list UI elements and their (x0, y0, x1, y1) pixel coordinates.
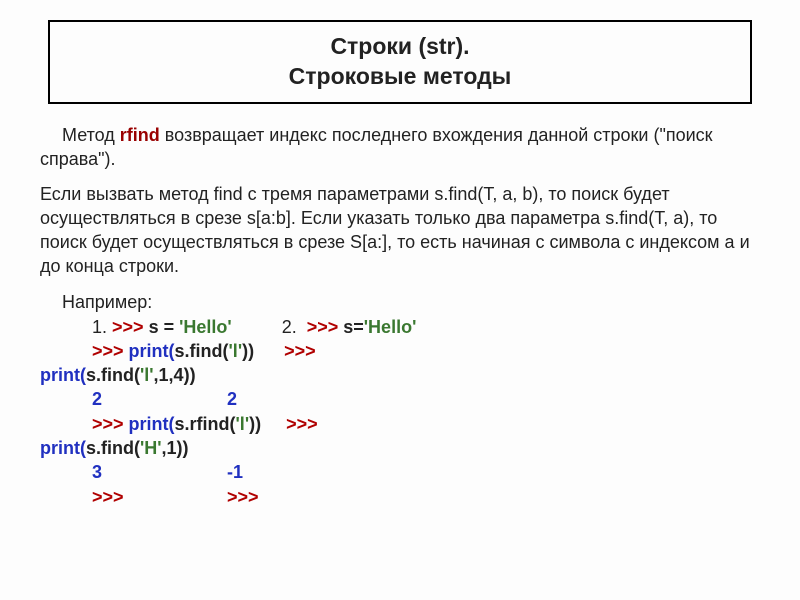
assign-left: s= (343, 317, 364, 337)
prompt: >>> (92, 341, 129, 361)
fn-sfind: s.find( (175, 341, 229, 361)
code-line-1: 1. >>> s = 'Hello' 2. >>> s='Hello' (40, 315, 760, 339)
prompt: >>> (112, 317, 149, 337)
result-2b: 2 (227, 389, 237, 409)
arg-l: 'l' (236, 414, 250, 434)
arg-l: 'l' (229, 341, 243, 361)
string-literal: 'Hello' (364, 317, 417, 337)
assign-left: s = (149, 317, 180, 337)
close-paren: )) (249, 414, 261, 434)
prompt: >>> (92, 414, 129, 434)
slide-title: Строки (str). Строковые методы (68, 32, 732, 92)
code-example: Например: 1. >>> s = 'Hello' 2. >>> s='H… (40, 290, 760, 509)
intro-lead: Метод (62, 125, 120, 145)
prompt: >>> (284, 341, 321, 361)
fn-srfind: s.rfind( (175, 414, 236, 434)
fn-print: print( (129, 414, 175, 434)
result-3: 3 (92, 460, 212, 484)
code-line-2a: >>> print(s.find('l')) >>> (40, 339, 760, 363)
arg-l: 'l' (140, 365, 154, 385)
details-paragraph: Если вызвать метод find с тремя параметр… (40, 183, 760, 278)
ex2-marker: 2. (282, 317, 307, 337)
code-line-3: 2 2 (40, 387, 760, 411)
string-literal: 'Hello' (179, 317, 232, 337)
args-tail: ,1,4)) (154, 365, 196, 385)
intro-paragraph: Метод rfind возвращает индекс последнего… (40, 124, 760, 172)
code-line-4a: >>> print(s.rfind('l')) >>> (40, 412, 760, 436)
code-line-2b: print(s.find('l',1,4)) (40, 363, 760, 387)
fn-print: print( (129, 341, 175, 361)
result-2: 2 (92, 387, 212, 411)
fn-sfind: s.find( (86, 365, 140, 385)
code-line-4b: print(s.find('H',1)) (40, 436, 760, 460)
arg-H: 'H' (140, 438, 162, 458)
example-label: Например: (40, 290, 760, 314)
title-box: Строки (str). Строковые методы (48, 20, 752, 104)
fn-sfind: s.find( (86, 438, 140, 458)
method-name-rfind: rfind (120, 125, 160, 145)
ex1-marker: 1. (92, 317, 112, 337)
fn-print: print( (40, 365, 86, 385)
prompt: >>> (286, 414, 323, 434)
fn-print: print( (40, 438, 86, 458)
result-neg1: -1 (227, 462, 243, 482)
prompt: >>> (92, 485, 212, 509)
prompt: >>> (307, 317, 344, 337)
code-line-5: 3 -1 (40, 460, 760, 484)
code-line-6: >>> >>> (40, 485, 760, 509)
args-tail: ,1)) (162, 438, 189, 458)
prompt: >>> (227, 487, 264, 507)
close-paren: )) (242, 341, 254, 361)
